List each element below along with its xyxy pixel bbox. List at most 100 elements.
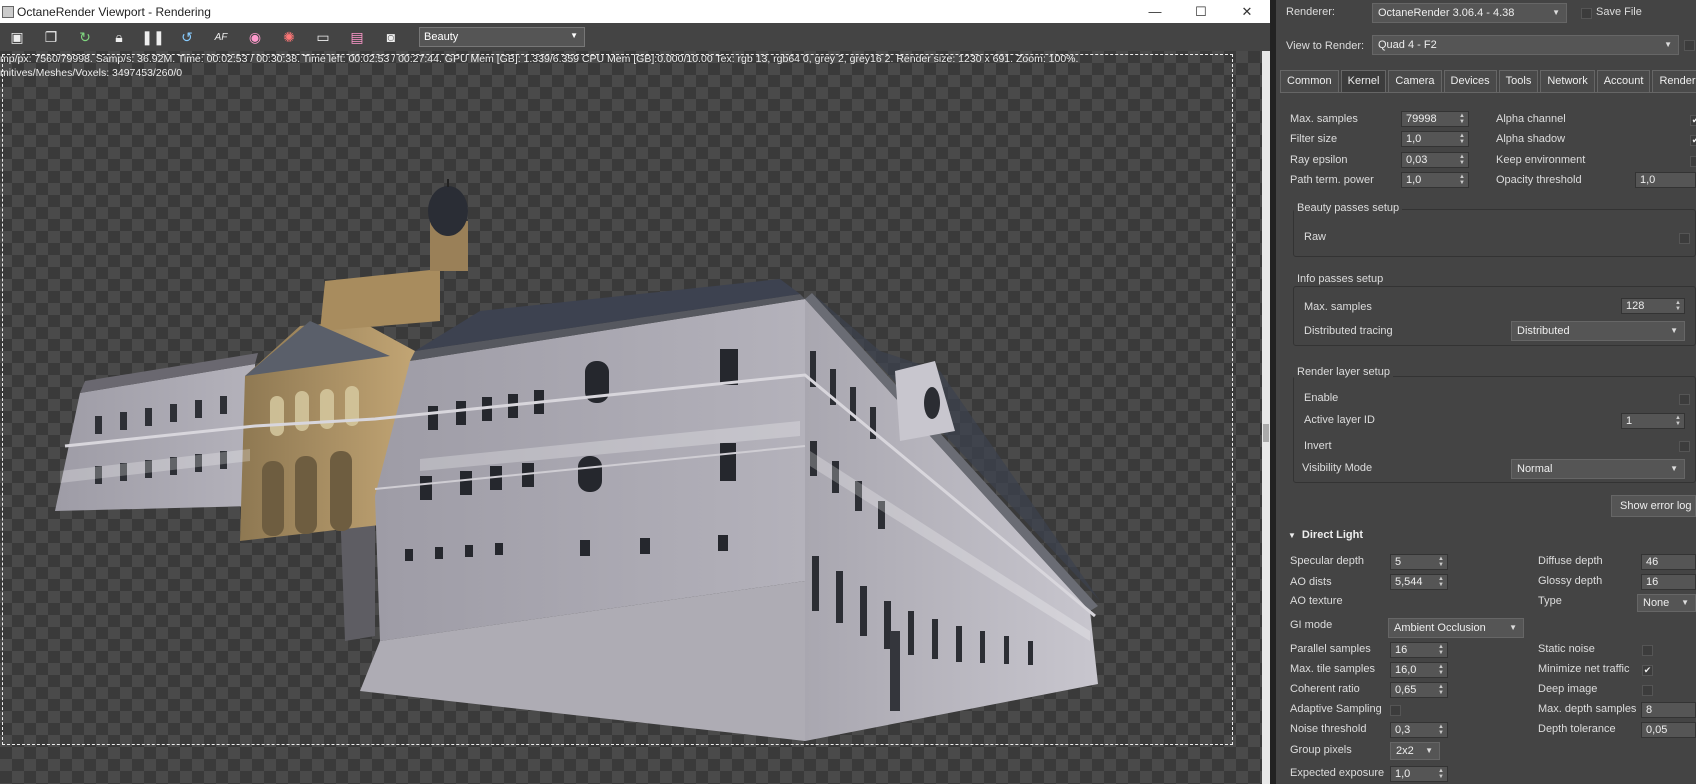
deep-image-checkbox[interactable] xyxy=(1642,685,1653,696)
raw-label: Raw xyxy=(1304,231,1327,243)
viewport-icon[interactable]: ▣ xyxy=(6,26,28,48)
beauty-passes-title: Beauty passes setup xyxy=(1294,202,1403,214)
viewport-scrollbar[interactable] xyxy=(1262,51,1270,784)
tab-devices[interactable]: Devices xyxy=(1443,70,1497,92)
spinner-arrows-icon: ▲ ▼ xyxy=(1438,768,1444,780)
parallel-samples-value: 16 xyxy=(1395,644,1408,656)
path-term-spinner[interactable]: 1,0 ▲ ▼ xyxy=(1401,172,1469,188)
save-file-checkbox[interactable] xyxy=(1581,8,1592,19)
specular-depth-value: 5 xyxy=(1395,556,1402,568)
restart-icon[interactable]: ↺ xyxy=(176,26,198,48)
depth-tolerance-spinner[interactable]: 0,05 xyxy=(1641,722,1696,738)
render-pass-select[interactable]: Beauty ▼ xyxy=(419,27,585,47)
depth-tolerance-value: 0,05 xyxy=(1646,724,1668,736)
app-icon xyxy=(2,5,14,18)
direct-light-rollout-header[interactable]: ▼ Direct Light xyxy=(1280,529,1696,547)
filter-size-spinner[interactable]: 1,0 ▲ ▼ xyxy=(1401,131,1469,147)
diffuse-depth-label: Diffuse depth xyxy=(1538,555,1603,567)
refresh-icon[interactable]: ↻ xyxy=(74,26,96,48)
keep-environment-checkbox[interactable] xyxy=(1690,156,1696,167)
tab-underline xyxy=(1280,92,1696,93)
info-max-samples-spinner[interactable]: 128 ▲ ▼ xyxy=(1621,298,1685,314)
expected-exposure-spinner[interactable]: 1,0 ▲ ▼ xyxy=(1390,766,1448,782)
diffuse-depth-spinner[interactable]: 46 xyxy=(1641,554,1696,570)
rendered-building-image xyxy=(55,179,1100,741)
tab-account[interactable]: Account xyxy=(1596,70,1651,92)
spinner-arrows-icon: ▲ ▼ xyxy=(1438,664,1444,676)
invert-checkbox[interactable] xyxy=(1679,441,1690,452)
tab-camera[interactable]: Camera xyxy=(1388,70,1442,92)
af-icon[interactable]: AF xyxy=(210,26,232,48)
settings-tabs: Common Kernel Camera Devices Tools Netwo… xyxy=(1280,70,1696,92)
active-layer-label: Active layer ID xyxy=(1304,414,1375,426)
info-max-samples-value: 128 xyxy=(1626,300,1645,312)
ray-epsilon-spinner[interactable]: 0,03 ▲ ▼ xyxy=(1401,152,1469,168)
group-pixels-select[interactable]: 2x2 ▼ xyxy=(1390,742,1440,760)
render-viewport[interactable] xyxy=(0,51,1262,784)
alpha-channel-checkbox[interactable]: ✔ xyxy=(1690,115,1696,126)
stats-line-1: mp/px: 7560/79998. Samp/s: 36.92M. Time:… xyxy=(0,53,1079,65)
layer-enable-checkbox[interactable] xyxy=(1679,394,1690,405)
ao-dist-value: 5,544 xyxy=(1395,576,1423,588)
type-select[interactable]: None ▼ xyxy=(1637,594,1696,612)
path-term-label: Path term. power xyxy=(1290,174,1374,186)
chevron-down-icon: ▼ xyxy=(1552,8,1560,17)
chevron-down-icon: ▼ xyxy=(1664,40,1672,49)
distributed-tracing-select[interactable]: Distributed ▼ xyxy=(1511,321,1685,341)
aperture-icon[interactable]: ✺ xyxy=(278,26,300,48)
render-settings-panel: Renderer: OctaneRender 3.06.4 - 4.38 ▼ Sa… xyxy=(1276,0,1696,784)
close-button[interactable]: ✕ xyxy=(1224,0,1270,23)
max-depth-samples-spinner[interactable]: 8 xyxy=(1641,702,1696,718)
active-layer-spinner[interactable]: 1 ▲ ▼ xyxy=(1621,413,1685,429)
layers-icon[interactable]: ▤ xyxy=(346,26,368,48)
specular-depth-spinner[interactable]: 5 ▲ ▼ xyxy=(1390,554,1448,570)
noise-threshold-spinner[interactable]: 0,3 ▲ ▼ xyxy=(1390,722,1448,738)
minimize-net-traffic-checkbox[interactable]: ✔ xyxy=(1642,665,1653,676)
adaptive-sampling-checkbox[interactable] xyxy=(1390,705,1401,716)
view-to-render-select[interactable]: Quad 4 - F2 ▼ xyxy=(1372,35,1679,55)
parallel-samples-spinner[interactable]: 16 ▲ ▼ xyxy=(1390,642,1448,658)
noise-threshold-label: Noise threshold xyxy=(1290,723,1367,735)
tab-render-elements[interactable]: Render Elemen xyxy=(1652,70,1696,92)
show-error-log-button[interactable]: Show error log xyxy=(1611,495,1696,517)
max-samples-value: 79998 xyxy=(1406,113,1437,125)
tab-kernel[interactable]: Kernel xyxy=(1340,70,1387,92)
camera-icon[interactable]: ◙ xyxy=(380,26,402,48)
raw-checkbox[interactable] xyxy=(1679,233,1690,244)
static-noise-checkbox[interactable] xyxy=(1642,645,1653,656)
copy-icon[interactable]: ❐ xyxy=(40,26,62,48)
coherent-ratio-spinner[interactable]: 0,65 ▲ ▼ xyxy=(1390,682,1448,698)
max-samples-spinner[interactable]: 79998 ▲ ▼ xyxy=(1401,111,1469,127)
stats-line-2: mitives/Meshes/Voxels: 3497453/260/0 xyxy=(0,67,183,79)
monitor-icon[interactable]: ▭ xyxy=(312,26,334,48)
max-depth-samples-value: 8 xyxy=(1646,704,1653,716)
minimize-button[interactable]: — xyxy=(1132,0,1178,23)
tab-common[interactable]: Common xyxy=(1280,70,1339,92)
lock-icon[interactable]: 🔒︎ xyxy=(108,26,130,48)
spinner-arrows-icon: ▲ ▼ xyxy=(1459,174,1465,186)
ray-epsilon-label: Ray epsilon xyxy=(1290,154,1348,166)
maximize-button[interactable]: ☐ xyxy=(1178,0,1224,23)
tab-network[interactable]: Network xyxy=(1540,70,1595,92)
renderer-value: OctaneRender 3.06.4 - 4.38 xyxy=(1378,7,1515,19)
visibility-mode-value: Normal xyxy=(1517,463,1553,475)
scrollbar-thumb[interactable] xyxy=(1263,424,1269,442)
renderer-select[interactable]: OctaneRender 3.06.4 - 4.38 ▼ xyxy=(1372,3,1567,23)
spinner-arrows-icon: ▲ ▼ xyxy=(1438,576,1444,588)
view-to-render-value: Quad 4 - F2 xyxy=(1378,39,1437,51)
opacity-threshold-spinner[interactable]: 1,0 xyxy=(1635,172,1696,188)
coherent-ratio-label: Coherent ratio xyxy=(1290,683,1360,695)
glossy-depth-spinner[interactable]: 16 xyxy=(1641,574,1696,590)
max-tile-samples-spinner[interactable]: 16,0 ▲ ▼ xyxy=(1390,662,1448,678)
alpha-shadow-checkbox[interactable]: ✔ xyxy=(1690,135,1696,146)
info-max-samples-label: Max. samples xyxy=(1304,301,1372,313)
view-lock-checkbox[interactable] xyxy=(1684,40,1695,51)
collapse-arrow-icon: ▼ xyxy=(1288,531,1296,540)
type-value: None xyxy=(1643,597,1670,609)
color-wheel-icon[interactable]: ◉ xyxy=(244,26,266,48)
pause-icon[interactable]: ❚❚ xyxy=(141,26,164,48)
visibility-mode-select[interactable]: Normal ▼ xyxy=(1511,459,1685,479)
gi-mode-select[interactable]: Ambient Occlusion ▼ xyxy=(1388,618,1524,638)
tab-tools[interactable]: Tools xyxy=(1498,70,1539,92)
ao-dist-spinner[interactable]: 5,544 ▲ ▼ xyxy=(1390,574,1448,590)
